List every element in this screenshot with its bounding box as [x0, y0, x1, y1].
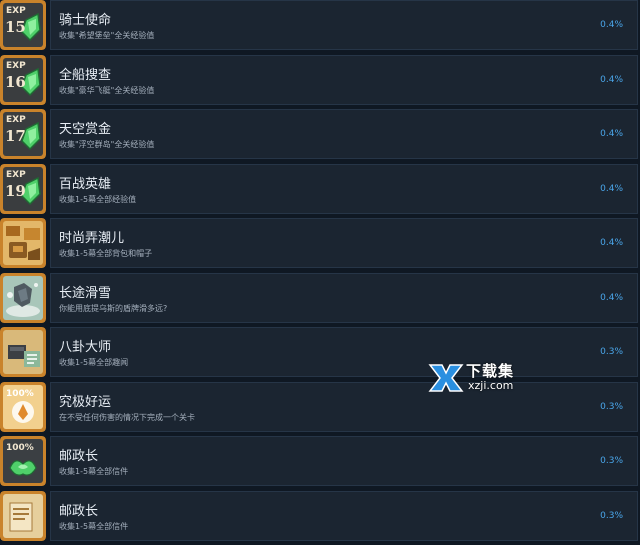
gossip-chest-icon: [0, 327, 46, 377]
achievement-panel: 全船搜查 收集"豪华飞艇"全关经验值 0.4%: [50, 55, 638, 105]
achievement-panel: 邮政长 收集1-5幕全部信件 0.3%: [50, 491, 638, 541]
svg-text:16: 16: [5, 73, 26, 91]
shield-slide-icon: [0, 273, 46, 323]
achievement-panel: 究极好运 在不受任何伤害的情况下完成一个关卡 0.3%: [50, 382, 638, 432]
achievement-title: 邮政长: [59, 449, 99, 464]
watermark-title: 下载集: [466, 362, 515, 380]
achievement-panel: 邮政长 收集1-5幕全部信件 0.3%: [50, 436, 638, 486]
achievement-desc: 收集1-5幕全部信件: [59, 522, 129, 531]
achievement-panel: 长途滑雪 你能用底提乌斯的盾牌滑多远? 0.4%: [50, 273, 638, 323]
achievement-row[interactable]: 100% 究极好运 在不受任何伤害的情况下完成一个关卡 0.3%: [0, 382, 640, 436]
achievement-desc: 收集1-5幕全部趣闻: [59, 358, 129, 367]
achievement-row[interactable]: 长途滑雪 你能用底提乌斯的盾牌滑多远? 0.4%: [0, 273, 640, 327]
achievement-row[interactable]: 100% 邮政长 收集1-5幕全部信件 0.3%: [0, 436, 640, 490]
svg-text:19: 19: [5, 182, 26, 200]
achievement-row[interactable]: EXP 16 全船搜查 收集"豪华飞艇"全关经验值 0.4%: [0, 55, 640, 109]
svg-text:15: 15: [5, 18, 26, 36]
svg-text:EXP: EXP: [6, 61, 26, 71]
backpack-hat-icon: [0, 218, 46, 268]
achievement-title: 百战英雄: [59, 177, 112, 192]
achievement-desc: 你能用底提乌斯的盾牌滑多远?: [59, 304, 168, 313]
achievement-row[interactable]: EXP 17 天空赏金 收集"浮空群岛"全关经验值 0.4%: [0, 109, 640, 163]
watermark-url: xzji.com: [468, 379, 514, 392]
achievement-title: 全船搜查: [59, 68, 112, 83]
unlock-percent: 0.4%: [600, 184, 623, 194]
svg-text:17: 17: [5, 127, 26, 145]
svg-text:EXP: EXP: [6, 6, 26, 16]
achievement-title: 时尚弄潮儿: [59, 231, 125, 246]
achievement-desc: 在不受任何伤害的情况下完成一个关卡: [59, 413, 195, 422]
exp-gem-icon: EXP 15: [0, 0, 46, 50]
achievement-row[interactable]: 时尚弄潮儿 收集1-5幕全部背包和帽子 0.4%: [0, 218, 640, 272]
lucky-100-icon: 100%: [0, 382, 46, 432]
unlock-percent: 0.4%: [600, 293, 623, 303]
mail-scroll-icon: [0, 491, 46, 541]
achievement-title: 八卦大师: [59, 340, 112, 355]
watermark-logo-icon: [428, 364, 464, 392]
achievement-row[interactable]: EXP 19 百战英雄 收集1-5幕全部经验值 0.4%: [0, 164, 640, 218]
unlock-percent: 0.3%: [600, 456, 623, 466]
achievement-panel: 骑士使命 收集"希望堡垒"全关经验值 0.4%: [50, 0, 638, 50]
unlock-percent: 0.3%: [600, 511, 623, 521]
svg-text:100%: 100%: [6, 389, 34, 399]
achievement-title: 天空赏金: [59, 122, 112, 137]
achievement-title: 长途滑雪: [59, 286, 112, 301]
watermark: 下载集 xzji.com: [428, 360, 528, 396]
exp-gem-icon: EXP 17: [0, 109, 46, 159]
achievement-desc: 收集"浮空群岛"全关经验值: [59, 140, 155, 149]
svg-text:EXP: EXP: [6, 170, 26, 180]
achievement-title: 邮政长: [59, 504, 99, 519]
achievement-desc: 收集1-5幕全部经验值: [59, 195, 137, 204]
achievement-row[interactable]: 邮政长 收集1-5幕全部信件 0.3%: [0, 491, 640, 545]
svg-text:100%: 100%: [6, 443, 34, 453]
unlock-percent: 0.3%: [600, 402, 623, 412]
achievement-title: 骑士使命: [59, 13, 112, 28]
exp-gem-icon: EXP 16: [0, 55, 46, 105]
achievement-desc: 收集1-5幕全部背包和帽子: [59, 249, 153, 258]
exp-gem-icon: EXP 19: [0, 164, 46, 214]
unlock-percent: 0.4%: [600, 75, 623, 85]
achievement-title: 究极好运: [59, 395, 112, 410]
achievement-row[interactable]: 八卦大师 收集1-5幕全部趣闻 0.3%: [0, 327, 640, 381]
unlock-percent: 0.4%: [600, 20, 623, 30]
achievement-panel: 天空赏金 收集"浮空群岛"全关经验值 0.4%: [50, 109, 638, 159]
achievement-panel: 八卦大师 收集1-5幕全部趣闻 0.3%: [50, 327, 638, 377]
unlock-percent: 0.4%: [600, 129, 623, 139]
svg-text:EXP: EXP: [6, 115, 26, 125]
achievement-desc: 收集"豪华飞艇"全关经验值: [59, 86, 155, 95]
unlock-percent: 0.3%: [600, 347, 623, 357]
achievement-panel: 时尚弄潮儿 收集1-5幕全部背包和帽子 0.4%: [50, 218, 638, 268]
achievement-panel: 百战英雄 收集1-5幕全部经验值 0.4%: [50, 164, 638, 214]
mail-100-icon: 100%: [0, 436, 46, 486]
unlock-percent: 0.4%: [600, 238, 623, 248]
achievement-row[interactable]: EXP 15 骑士使命 收集"希望堡垒"全关经验值 0.4%: [0, 0, 640, 54]
achievement-desc: 收集"希望堡垒"全关经验值: [59, 31, 155, 40]
achievement-desc: 收集1-5幕全部信件: [59, 467, 129, 476]
